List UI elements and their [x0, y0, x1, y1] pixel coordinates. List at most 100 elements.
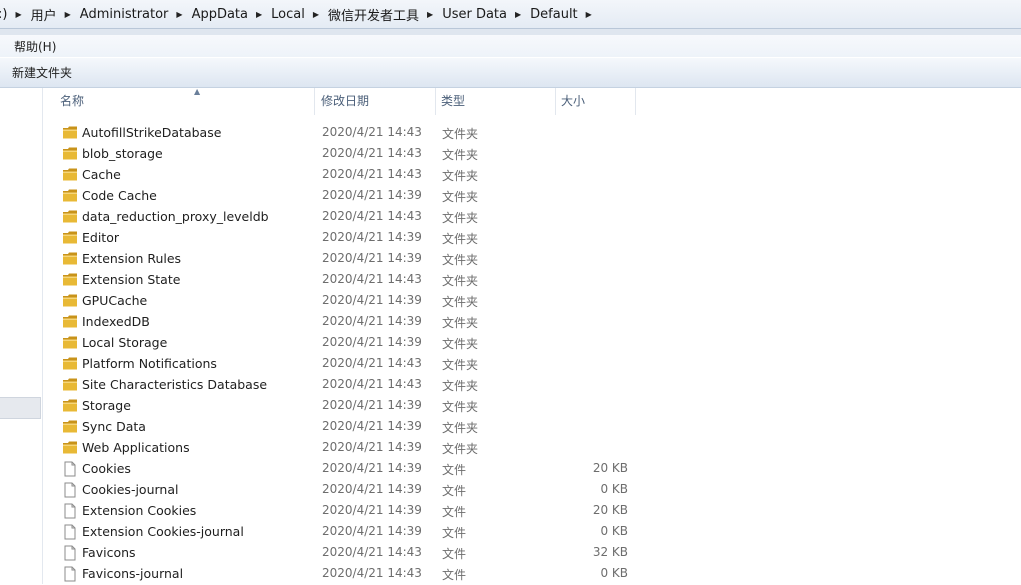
breadcrumb-item[interactable]: 微信开发者工具 ▶ — [328, 5, 442, 24]
file-row[interactable]: Cache 2020/4/21 14:43 文件夹 — [43, 164, 643, 185]
column-header-size[interactable]: 大小 — [556, 88, 636, 115]
folder-icon — [62, 398, 78, 413]
file-name: Extension Cookies — [82, 503, 197, 518]
file-date: 2020/4/21 14:43 — [322, 377, 422, 391]
file-type: 文件夹 — [442, 295, 479, 309]
file-size: 20 KB — [592, 461, 628, 475]
file-name: Cache — [82, 167, 121, 182]
navigation-pane[interactable] — [0, 88, 43, 584]
file-row[interactable]: Cookies-journal 2020/4/21 14:39 文件 0 KB — [43, 479, 643, 500]
column-header-name[interactable]: ▲ 名称 — [55, 87, 315, 115]
file-date: 2020/4/21 14:39 — [322, 251, 422, 265]
file-type: 文件夹 — [442, 379, 479, 393]
file-row[interactable]: Storage 2020/4/21 14:39 文件夹 — [43, 395, 643, 416]
chevron-right-icon[interactable]: ▶ — [586, 10, 592, 19]
file-name: Favicons-journal — [82, 566, 184, 581]
nav-selected-item[interactable] — [0, 397, 41, 419]
file-row[interactable]: Cookies 2020/4/21 14:39 文件 20 KB — [43, 458, 643, 479]
breadcrumb-item[interactable]: Default ▶ — [530, 7, 601, 22]
breadcrumb-item[interactable]: Local ▶ — [271, 7, 328, 22]
file-name: blob_storage — [82, 146, 163, 161]
breadcrumb-item[interactable]: User Data ▶ — [442, 7, 530, 22]
file-date: 2020/4/21 14:43 — [322, 272, 422, 286]
column-header-type[interactable]: 类型 — [436, 88, 556, 115]
folder-icon — [62, 335, 78, 350]
file-type: 文件夹 — [442, 421, 479, 435]
file-type: 文件夹 — [442, 127, 479, 141]
file-row[interactable]: Sync Data 2020/4/21 14:39 文件夹 — [43, 416, 643, 437]
menu-help[interactable]: 帮助(H) — [14, 38, 56, 55]
file-date: 2020/4/21 14:39 — [322, 524, 422, 538]
file-date: 2020/4/21 14:43 — [322, 167, 422, 181]
file-type: 文件夹 — [442, 442, 479, 456]
file-date: 2020/4/21 14:39 — [322, 461, 422, 475]
file-row[interactable]: GPUCache 2020/4/21 14:39 文件夹 — [43, 290, 643, 311]
file-row[interactable]: Site Characteristics Database 2020/4/21 1… — [43, 374, 643, 395]
file-row[interactable]: AutofillStrikeDatabase 2020/4/21 14:43 文件夹 — [43, 122, 643, 143]
column-header-date[interactable]: 修改日期 — [316, 88, 436, 115]
file-date: 2020/4/21 14:43 — [322, 356, 422, 370]
file-name: Code Cache — [82, 188, 157, 203]
file-row[interactable]: Favicons 2020/4/21 14:43 文件 32 KB — [43, 542, 643, 563]
file-row[interactable]: Platform Notifications 2020/4/21 14:43 文件夹 — [43, 353, 643, 374]
folder-icon — [62, 272, 78, 287]
file-row[interactable]: Extension Cookies 2020/4/21 14:39 文件 20 KB — [43, 500, 643, 521]
file-icon — [62, 482, 78, 498]
file-date: 2020/4/21 14:39 — [322, 188, 422, 202]
file-date: 2020/4/21 14:39 — [322, 293, 422, 307]
chevron-right-icon[interactable]: ▶ — [65, 10, 71, 19]
file-type: 文件夹 — [442, 400, 479, 414]
file-row[interactable]: Web Applications 2020/4/21 14:39 文件夹 — [43, 437, 643, 458]
file-row[interactable]: Local Storage 2020/4/21 14:39 文件夹 — [43, 332, 643, 353]
folder-icon — [62, 251, 78, 266]
breadcrumb-item[interactable]: 用户 ▶ — [31, 5, 80, 24]
file-row[interactable]: Favicons-journal 2020/4/21 14:43 文件 0 KB — [43, 563, 643, 584]
file-row[interactable]: Extension Cookies-journal 2020/4/21 14:39… — [43, 521, 643, 542]
file-size: 20 KB — [592, 503, 628, 517]
file-date: 2020/4/21 14:39 — [322, 230, 422, 244]
folder-icon — [62, 125, 78, 140]
file-date: 2020/4/21 14:39 — [322, 440, 422, 454]
chevron-right-icon[interactable]: ▶ — [427, 10, 433, 19]
file-row[interactable]: blob_storage 2020/4/21 14:43 文件夹 — [43, 143, 643, 164]
file-size: 0 KB — [600, 482, 628, 496]
file-type: 文件夹 — [442, 190, 479, 204]
address-bar[interactable]: :)▶用户▶Administrator▶AppData▶Local▶微信开发者工… — [0, 0, 1021, 29]
breadcrumb-item[interactable]: AppData ▶ — [192, 7, 272, 22]
file-type: 文件夹 — [442, 358, 479, 372]
chevron-right-icon[interactable]: ▶ — [256, 10, 262, 19]
file-name: Storage — [82, 398, 131, 413]
file-row[interactable]: Extension State 2020/4/21 14:43 文件夹 — [43, 269, 643, 290]
file-icon — [62, 566, 78, 582]
file-date: 2020/4/21 14:43 — [322, 209, 422, 223]
chevron-right-icon[interactable]: ▶ — [15, 10, 21, 19]
file-row[interactable]: Extension Rules 2020/4/21 14:39 文件夹 — [43, 248, 643, 269]
file-date: 2020/4/21 14:43 — [322, 125, 422, 139]
breadcrumb-item[interactable]: Administrator ▶ — [80, 7, 192, 22]
file-type: 文件夹 — [442, 274, 479, 288]
chevron-right-icon[interactable]: ▶ — [176, 10, 182, 19]
file-date: 2020/4/21 14:43 — [322, 566, 422, 580]
command-bar: 新建文件夹 — [0, 57, 1021, 88]
file-type: 文件 — [442, 547, 467, 561]
file-date: 2020/4/21 14:43 — [322, 545, 422, 559]
file-type: 文件 — [442, 505, 467, 519]
file-type: 文件夹 — [442, 169, 479, 183]
file-name: Favicons — [82, 545, 136, 560]
file-row[interactable]: data_reduction_proxy_leveldb 2020/4/21 14… — [43, 206, 643, 227]
file-type: 文件 — [442, 463, 467, 477]
breadcrumb-item[interactable]: :)▶ — [0, 7, 31, 22]
file-name: GPUCache — [82, 293, 148, 308]
file-date: 2020/4/21 14:39 — [322, 335, 422, 349]
chevron-right-icon[interactable]: ▶ — [313, 10, 319, 19]
folder-icon — [62, 167, 78, 182]
chevron-right-icon[interactable]: ▶ — [515, 10, 521, 19]
file-name: Extension State — [82, 272, 181, 287]
file-row[interactable]: IndexedDB 2020/4/21 14:39 文件夹 — [43, 311, 643, 332]
new-folder-button[interactable]: 新建文件夹 — [12, 64, 72, 81]
file-row[interactable]: Editor 2020/4/21 14:39 文件夹 — [43, 227, 643, 248]
file-icon — [62, 461, 78, 477]
file-date: 2020/4/21 14:39 — [322, 398, 422, 412]
file-row[interactable]: Code Cache 2020/4/21 14:39 文件夹 — [43, 185, 643, 206]
file-name: Cookies — [82, 461, 131, 476]
